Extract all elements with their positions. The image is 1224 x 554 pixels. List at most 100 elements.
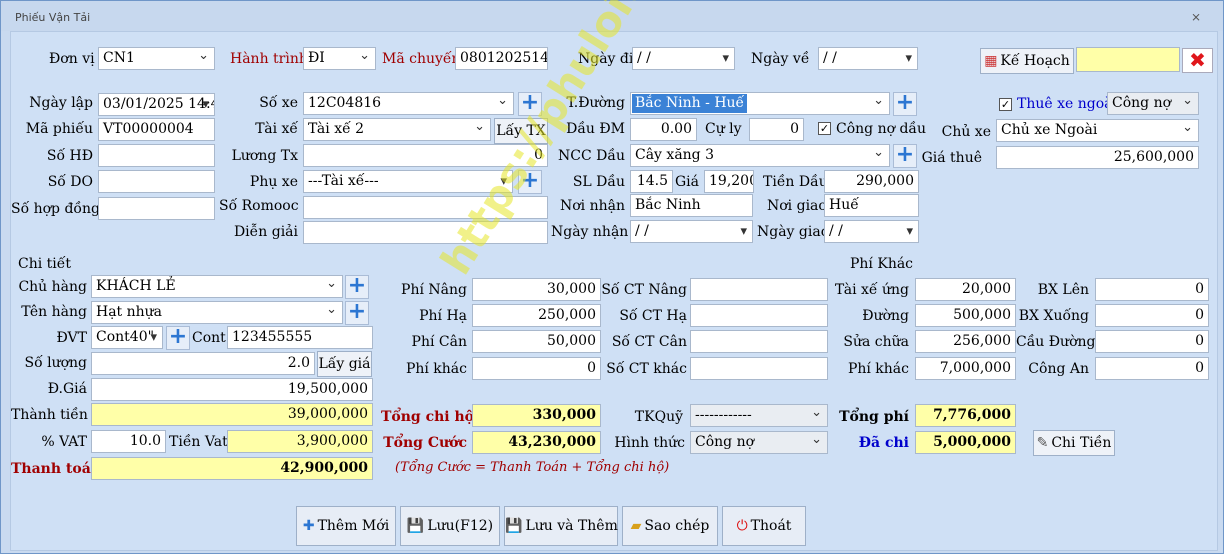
so-xe-select[interactable]: 12C04816 (303, 92, 514, 115)
chu-hang-select[interactable]: KHÁCH LẺ (91, 275, 343, 298)
luu-va-them-label: Lưu và Thêm (525, 518, 618, 534)
sl-dau-input[interactable]: 14.5 (630, 170, 673, 193)
luu-va-them-button[interactable]: 💾 Lưu và Thêm (504, 506, 618, 546)
sao-chep-button[interactable]: ▰ Sao chép (622, 506, 718, 546)
vat-label: % VAT (41, 434, 87, 450)
luong-tx-input[interactable]: 0 (303, 144, 548, 167)
tong-cuoc-input[interactable]: 43,230,000 (472, 431, 601, 454)
add-assistant-icon[interactable]: + (518, 170, 542, 194)
phi-khac-other-label: Phí khác (847, 361, 909, 377)
phi-khac-other-input[interactable]: 7,000,000 (915, 357, 1016, 380)
so-ct-can-input[interactable] (690, 330, 828, 353)
ma-phieu-input[interactable]: VT00000004 (98, 118, 215, 141)
tong-phi-input[interactable]: 7,776,000 (915, 404, 1016, 427)
thanh-tien-input[interactable]: 39,000,000 (91, 403, 373, 426)
da-chi-input[interactable]: 5,000,000 (915, 431, 1016, 454)
gia-input[interactable]: 19,200 (704, 170, 754, 193)
cu-ly-input[interactable]: 0 (749, 118, 804, 141)
dien-giai-input[interactable] (303, 221, 548, 244)
clear-icon[interactable]: ✖ (1182, 48, 1213, 73)
dvt-label: ĐVT (56, 330, 87, 346)
cong-no-select[interactable]: Công nợ (1107, 92, 1199, 115)
ke-hoach-button[interactable]: ▦ Kế Hoạch (980, 48, 1074, 74)
cong-no-dau-checkbox[interactable]: ✓ (818, 122, 831, 135)
hinh-thuc-select[interactable]: Công nợ (690, 431, 828, 454)
bx-xuong-input[interactable]: 0 (1095, 304, 1209, 327)
so-ct-can-label: Số CT Cân (611, 334, 687, 350)
edit-icon: ✎ (1036, 435, 1049, 451)
so-ct-ha-input[interactable] (690, 304, 828, 327)
lay-gia-button[interactable]: Lấy giá (317, 351, 372, 377)
add-route-icon[interactable]: + (893, 92, 917, 116)
thoat-button[interactable]: ⏻ Thoát (722, 506, 806, 546)
noi-giao-input[interactable]: Huế (824, 194, 919, 217)
duong-input[interactable]: 500,000 (915, 304, 1016, 327)
gia-thue-input[interactable]: 25,600,000 (996, 146, 1199, 169)
ngay-giao-picker[interactable]: / / (824, 220, 919, 243)
luu-button[interactable]: 💾 Lưu(F12) (400, 506, 500, 546)
lay-tx-button[interactable]: Lấy TX (494, 118, 548, 144)
so-ct-nang-input[interactable] (690, 278, 828, 301)
add-unit-icon[interactable]: + (166, 326, 190, 350)
ma-chuyen-input[interactable]: 08012025144800 (455, 47, 548, 70)
don-vi-select[interactable]: CN1 (98, 47, 215, 70)
so-hd-input[interactable] (98, 144, 215, 167)
tong-chi-ho-input[interactable]: 330,000 (472, 404, 601, 427)
title-bar: Phiếu Vận Tải ⨯ (1, 1, 1223, 31)
chu-xe-select[interactable]: Chủ xe Ngoài (996, 119, 1199, 142)
tk-quy-select[interactable]: ------------ (690, 404, 828, 427)
tai-xe-ung-input[interactable]: 20,000 (915, 278, 1016, 301)
thue-xe-ngoai-checkbox[interactable]: ✓ (999, 98, 1012, 111)
noi-nhan-input[interactable]: Bắc Ninh (630, 194, 753, 217)
thue-xe-ngoai-label: Thuê xe ngoài (1017, 96, 1117, 112)
cau-duong-input[interactable]: 0 (1095, 330, 1209, 353)
window-title: Phiếu Vận Tải (15, 11, 91, 24)
so-hop-dong-input[interactable] (98, 197, 215, 220)
hanh-trinh-label: Hành trình (230, 51, 308, 67)
add-vehicle-icon[interactable]: + (518, 92, 542, 116)
phi-khac-fee-input[interactable]: 0 (472, 357, 601, 380)
ncc-dau-select[interactable]: Cây xăng 3 (630, 144, 890, 167)
phu-xe-select[interactable]: ---Tài xế--- (303, 170, 513, 193)
phi-khac-fee-label: Phí khác (405, 361, 467, 377)
power-icon: ⏻ (736, 518, 748, 534)
so-do-input[interactable] (98, 170, 215, 193)
formula-note: (Tổng Cước = Thanh Toán + Tổng chi hộ) (395, 460, 670, 475)
tien-vat-input[interactable]: 3,900,000 (227, 430, 373, 453)
ngay-nhan-picker[interactable]: / / (630, 220, 753, 243)
d-gia-input[interactable]: 19,500,000 (91, 378, 373, 401)
cont-input[interactable]: 123455555 (227, 326, 373, 349)
add-goods-icon[interactable]: + (345, 301, 369, 325)
ngay-lap-picker[interactable]: 03/01/2025 14:48 (98, 93, 215, 116)
bx-len-input[interactable]: 0 (1095, 278, 1209, 301)
cong-an-input[interactable]: 0 (1095, 357, 1209, 380)
so-ct-khac-label: Số CT khác (606, 361, 687, 377)
so-luong-input[interactable]: 2.0 (91, 352, 315, 375)
cong-an-label: Công An (1028, 361, 1089, 377)
vat-input[interactable]: 10.0 (91, 430, 166, 453)
thanh-toan-input[interactable]: 42,900,000 (91, 457, 373, 480)
ngay-di-picker[interactable]: / / (632, 47, 735, 70)
add-customer-icon[interactable]: + (345, 275, 369, 299)
bx-len-label: BX Lên (1037, 282, 1089, 298)
dvt-select[interactable]: Cont40" (91, 326, 163, 349)
dau-dm-input[interactable]: 0.00 (630, 118, 697, 141)
ngay-ve-picker[interactable]: / / (818, 47, 918, 70)
tai-xe-select[interactable]: Tài xế 2 (303, 118, 491, 141)
phi-can-input[interactable]: 50,000 (472, 330, 601, 353)
them-moi-button[interactable]: ✚ Thêm Mới (296, 506, 396, 546)
hanh-trinh-select[interactable]: ĐI (303, 47, 376, 70)
phi-ha-input[interactable]: 250,000 (472, 304, 601, 327)
noi-giao-label: Nơi giao (767, 198, 827, 214)
phi-nang-input[interactable]: 30,000 (472, 278, 601, 301)
tien-dau-input[interactable]: 290,000 (824, 170, 919, 193)
ten-hang-select[interactable]: Hạt nhựa (91, 301, 343, 324)
so-romooc-input[interactable] (303, 196, 548, 219)
so-ct-khac-input[interactable] (690, 357, 828, 380)
sua-chua-input[interactable]: 256,000 (915, 330, 1016, 353)
t-duong-select[interactable]: Bắc Ninh - Huế (630, 92, 890, 115)
chi-tien-button[interactable]: ✎ Chi Tiền (1033, 430, 1115, 456)
ten-hang-label: Tên hàng (21, 304, 87, 320)
ke-hoach-input[interactable] (1076, 47, 1180, 72)
close-icon[interactable]: ⨯ (1191, 10, 1201, 24)
